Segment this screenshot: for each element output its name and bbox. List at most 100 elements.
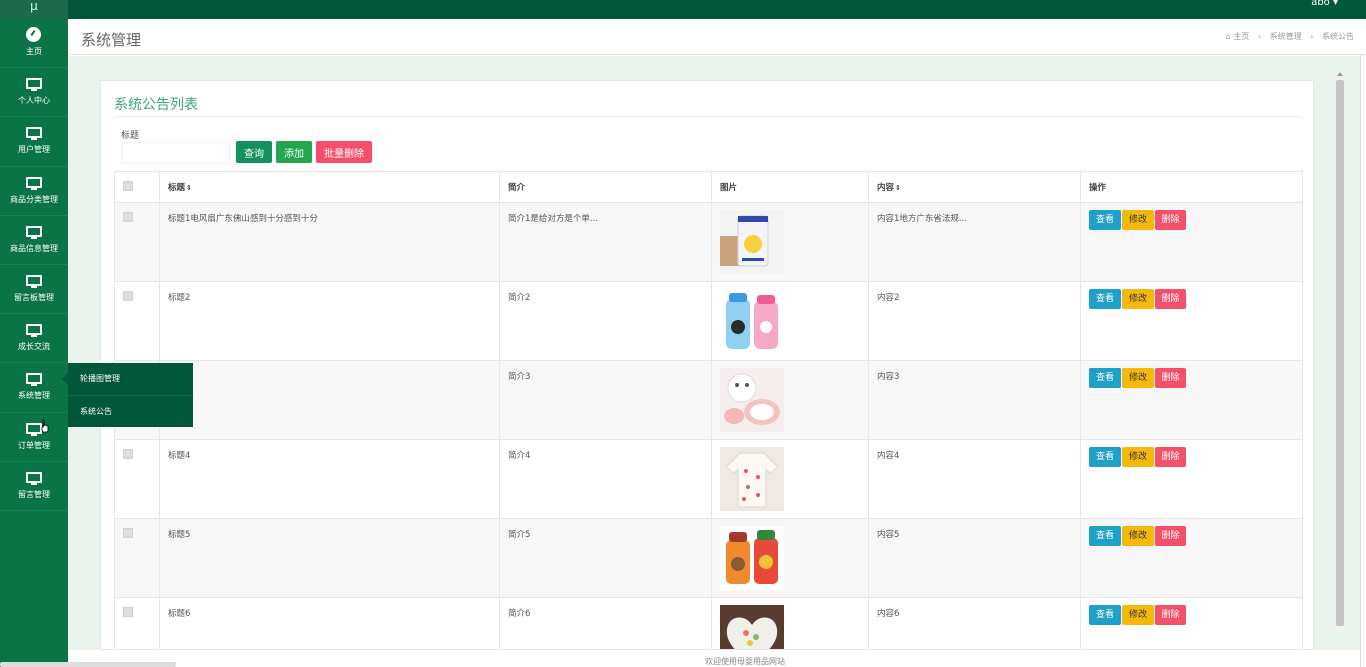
- row-checkbox[interactable]: [123, 528, 133, 538]
- sidebar-item-home[interactable]: 主页: [0, 19, 68, 69]
- table-row: 标题6 简介6 内容6 查看 修改 删除: [114, 597, 1303, 649]
- taskbar-fragment: [0, 662, 176, 667]
- edit-button[interactable]: 修改: [1122, 368, 1154, 388]
- delete-button[interactable]: 删除: [1155, 447, 1186, 467]
- sort-icon[interactable]: ⇕: [895, 184, 901, 192]
- edit-button[interactable]: 修改: [1122, 447, 1154, 467]
- view-button[interactable]: 查看: [1089, 289, 1121, 309]
- cell-content: 内容6: [868, 597, 1081, 649]
- add-button[interactable]: 添加: [276, 141, 312, 163]
- sidebar-item-label: 个人中心: [18, 96, 50, 106]
- sidebar-item-label: 留言板管理: [14, 293, 54, 303]
- cell-content: 内容5: [868, 518, 1081, 598]
- row-checkbox[interactable]: [123, 607, 133, 617]
- edit-button[interactable]: 修改: [1122, 210, 1154, 230]
- cell-content: 内容4: [868, 439, 1081, 519]
- scrollbar-thumb[interactable]: [1336, 80, 1344, 626]
- submenu-item-carousel[interactable]: 轮播图管理: [68, 363, 193, 395]
- sidebar-item-user-management[interactable]: 用户管理: [0, 117, 68, 167]
- view-button[interactable]: 查看: [1089, 447, 1121, 467]
- delete-button[interactable]: 删除: [1155, 289, 1186, 309]
- cell-intro: 简介4: [499, 439, 712, 519]
- top-bar: μ abo ▾: [0, 0, 1366, 19]
- cell-intro: 简介6: [499, 597, 712, 649]
- column-header-title[interactable]: 标题⇕: [159, 171, 500, 203]
- product-image-heart-bowl: [720, 605, 784, 649]
- cell-intro: 简介1是给对方是个单...: [499, 202, 712, 282]
- sidebar-item-label: 系统管理: [18, 391, 50, 401]
- monitor-icon: [26, 78, 42, 91]
- sidebar-item-order-management[interactable]: 订单管理: [0, 413, 68, 462]
- breadcrumb-level2: 系统公告: [1322, 32, 1354, 41]
- cell-intro: 简介3: [499, 360, 712, 440]
- breadcrumb: ⌂ 主页 › 系统管理 › 系统公告: [1226, 31, 1354, 42]
- cell-title: 标题4: [159, 439, 500, 519]
- table-row: 简介3 内容3 查看 修改 删除: [114, 360, 1303, 440]
- sidebar-item-message-board[interactable]: 留言板管理: [0, 265, 68, 315]
- sidebar-item-label: 商品分类管理: [10, 194, 58, 204]
- sidebar-item-label: 用户管理: [18, 145, 50, 155]
- sidebar-item-product-management[interactable]: 商品信息管理: [0, 216, 68, 265]
- cell-content: 内容1地方广东省法规...: [868, 202, 1081, 282]
- row-checkbox-cell: [114, 518, 160, 598]
- sidebar-item-growth-exchange[interactable]: 成长交流: [0, 314, 68, 364]
- breadcrumb-home[interactable]: 主页: [1233, 32, 1249, 41]
- submenu-item-announcement[interactable]: 系统公告: [68, 395, 193, 427]
- column-header-ops: 操作: [1080, 171, 1303, 203]
- title-search-input[interactable]: [121, 142, 231, 164]
- row-checkbox[interactable]: [123, 291, 133, 301]
- edit-button[interactable]: 修改: [1122, 289, 1154, 309]
- user-menu[interactable]: abo ▾: [1311, 0, 1338, 8]
- sidebar-item-system-management[interactable]: 系统管理: [0, 363, 68, 413]
- select-all-checkbox[interactable]: [123, 181, 133, 191]
- cell-image: [711, 439, 869, 519]
- sidebar-item-personal-center[interactable]: 个人中心: [0, 68, 68, 118]
- cell-ops: 查看 修改 删除: [1080, 281, 1303, 361]
- delete-button[interactable]: 删除: [1155, 605, 1186, 625]
- footer-text: 欢迎使用母婴用品网站: [705, 657, 785, 666]
- batch-delete-button[interactable]: 批量删除: [316, 141, 372, 163]
- breadcrumb-level1[interactable]: 系统管理: [1270, 32, 1302, 41]
- system-management-submenu: 轮播图管理 系统公告: [62, 363, 193, 427]
- row-checkbox[interactable]: [123, 212, 133, 222]
- announcement-table: 标题⇕ 简介 图片 内容⇕ 操作 标题1电风扇广东佛山感到十分感到十分 简介1是…: [114, 171, 1303, 649]
- view-button[interactable]: 查看: [1089, 605, 1121, 625]
- row-checkbox-cell: [114, 281, 160, 361]
- query-button[interactable]: 查询: [236, 141, 272, 163]
- column-header-intro: 简介: [499, 171, 712, 203]
- edit-button[interactable]: 修改: [1122, 526, 1154, 546]
- page-header: 系统管理 ⌂ 主页 › 系统管理 › 系统公告: [68, 19, 1366, 55]
- sidebar-item-category-management[interactable]: 商品分类管理: [0, 167, 68, 216]
- cell-content: 内容2: [868, 281, 1081, 361]
- view-button[interactable]: 查看: [1089, 210, 1121, 230]
- monitor-icon: [26, 373, 42, 386]
- delete-button[interactable]: 删除: [1155, 368, 1186, 388]
- scroll-up-arrow-icon[interactable]: [1337, 72, 1343, 76]
- vertical-scrollbar[interactable]: [1335, 72, 1345, 632]
- view-button[interactable]: 查看: [1089, 526, 1121, 546]
- panel-title: 系统公告列表: [114, 97, 198, 113]
- column-header-content[interactable]: 内容⇕: [868, 171, 1081, 203]
- chevron-right-icon: ›: [1257, 32, 1262, 41]
- sidebar: 主页 个人中心 用户管理 商品分类管理 商品信息管理 留言板管理 成长交流 系统…: [0, 19, 68, 667]
- view-button[interactable]: 查看: [1089, 368, 1121, 388]
- window-edge: [1360, 55, 1366, 667]
- cell-image: [711, 281, 869, 361]
- cell-intro: 简介2: [499, 281, 712, 361]
- sidebar-item-label: 主页: [26, 47, 42, 57]
- cell-ops: 查看 修改 删除: [1080, 360, 1303, 440]
- cell-image: [711, 518, 869, 598]
- row-checkbox[interactable]: [123, 449, 133, 459]
- table-row: 标题2 简介2 内容2 查看 修改 删除: [114, 281, 1303, 361]
- monitor-icon: [26, 471, 42, 485]
- cell-ops: 查看 修改 删除: [1080, 439, 1303, 519]
- delete-button[interactable]: 删除: [1155, 526, 1186, 546]
- sort-icon[interactable]: ⇕: [186, 184, 192, 192]
- edit-button[interactable]: 修改: [1122, 605, 1154, 625]
- monitor-icon: [26, 422, 42, 436]
- monitor-icon: [26, 176, 42, 190]
- sidebar-item-comment-management[interactable]: 留言管理: [0, 462, 68, 511]
- cell-intro: 简介5: [499, 518, 712, 598]
- product-image-milk-powder: [720, 210, 784, 274]
- delete-button[interactable]: 删除: [1155, 210, 1186, 230]
